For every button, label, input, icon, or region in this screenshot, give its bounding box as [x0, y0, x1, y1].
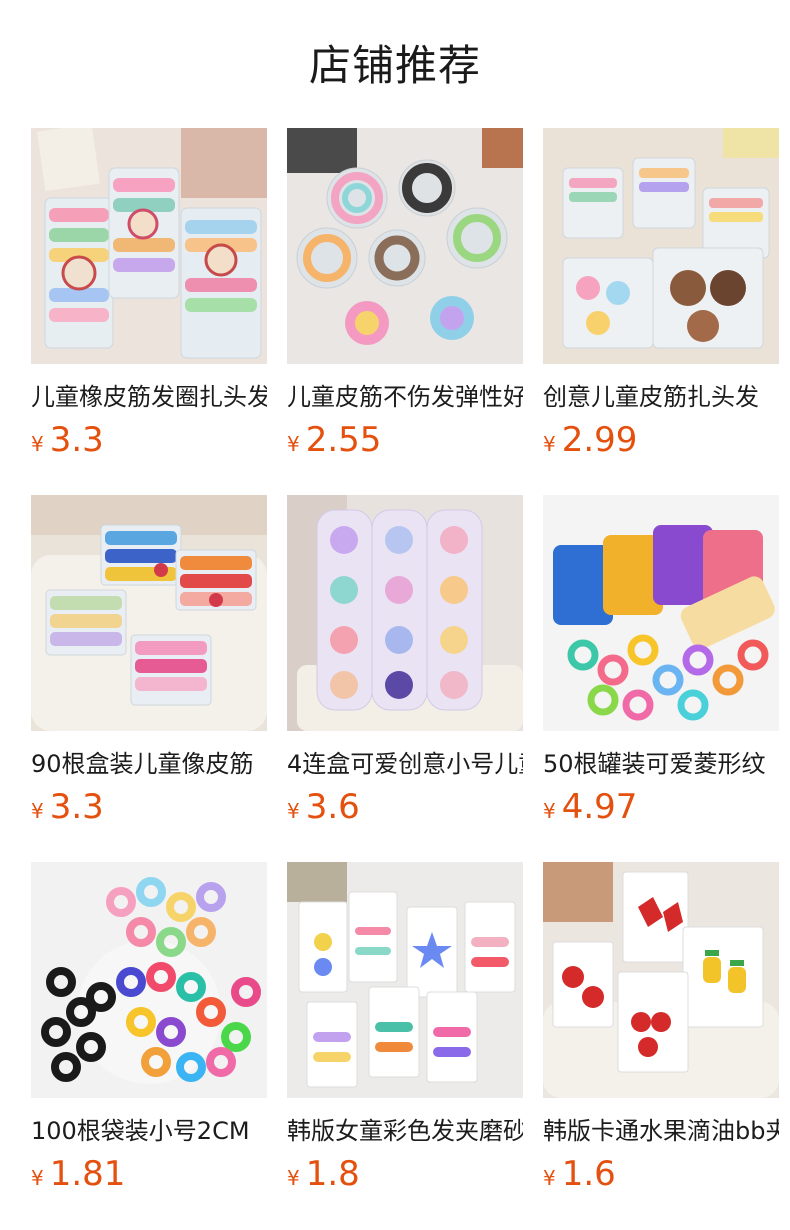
- product-grid: 儿童橡皮筋发圈扎头发 ¥3.3 儿童皮筋不伤发弹性好 ¥ 2.55 创意儿童皮筋…: [31, 128, 790, 1229]
- product-price: ¥1.8: [287, 1154, 523, 1194]
- currency-symbol: ¥: [287, 799, 300, 823]
- product-image[interactable]: [543, 862, 779, 1098]
- currency-symbol: ¥: [287, 432, 300, 456]
- currency-symbol: ¥: [31, 799, 44, 823]
- product-image[interactable]: [543, 128, 779, 364]
- product-name[interactable]: 50根罐装可爱菱形纹: [543, 747, 779, 781]
- section-title: 店铺推荐: [308, 41, 481, 90]
- product-price: ¥2.99: [543, 420, 779, 460]
- product-image[interactable]: [287, 862, 523, 1098]
- product-name[interactable]: 韩版女童彩色发夹磨砂: [287, 1114, 523, 1148]
- product-name[interactable]: 90根盒装儿童像皮筋: [31, 747, 267, 781]
- product-card[interactable]: 4连盒可爱创意小号儿童 ¥3.6: [287, 495, 523, 862]
- product-price: ¥3.3: [31, 420, 267, 460]
- product-card[interactable]: 创意儿童皮筋扎头发 ¥2.99: [543, 128, 779, 495]
- price-amount: 3.3: [49, 420, 104, 460]
- shop-recommendation-page: 店铺推荐 儿童橡皮筋发圈扎头发 ¥ 3.3 儿童皮筋不伤发弹性好 ¥ 2.55 …: [0, 0, 790, 1230]
- currency-symbol: ¥: [31, 1166, 44, 1190]
- product-price: ¥3.6: [287, 787, 523, 827]
- product-card[interactable]: 50根罐装可爱菱形纹 ¥4.97: [543, 495, 779, 862]
- product-name[interactable]: 100根袋装小号2CM: [31, 1114, 267, 1148]
- product-name[interactable]: 韩版卡通水果滴油bb夹: [543, 1114, 779, 1148]
- product-card[interactable]: 儿童橡皮筋发圈扎头发 ¥3.3: [31, 128, 267, 495]
- product-name[interactable]: 4连盒可爱创意小号儿童: [287, 747, 523, 781]
- product-price: ¥1.6: [543, 1154, 779, 1194]
- currency-symbol: ¥: [543, 1166, 556, 1190]
- product-name[interactable]: 儿童皮筋不伤发弹性好: [287, 380, 523, 414]
- currency-symbol: ¥: [287, 1166, 300, 1190]
- price-amount: 2.55: [305, 420, 382, 460]
- product-image[interactable]: [31, 128, 267, 364]
- product-image[interactable]: [287, 128, 523, 364]
- product-card[interactable]: 韩版女童彩色发夹磨砂 ¥1.8: [287, 862, 523, 1229]
- currency-symbol: ¥: [543, 799, 556, 823]
- product-card[interactable]: 100根袋装小号2CM ¥1.81: [31, 862, 267, 1229]
- currency-symbol: ¥: [31, 432, 44, 456]
- product-image[interactable]: [287, 495, 523, 731]
- product-card[interactable]: 韩版卡通水果滴油bb夹 ¥1.6: [543, 862, 779, 1229]
- price-amount: 1.6: [561, 1154, 616, 1194]
- price-amount: 4.97: [561, 787, 638, 827]
- price-amount: 2.99: [561, 420, 638, 460]
- product-price: ¥3.3: [31, 787, 267, 827]
- product-name[interactable]: 儿童橡皮筋发圈扎头发: [31, 380, 267, 414]
- price-amount: 3.3: [49, 787, 104, 827]
- product-price: ¥1.81: [31, 1154, 267, 1194]
- product-name[interactable]: 创意儿童皮筋扎头发: [543, 380, 779, 414]
- product-card[interactable]: 儿童皮筋不伤发弹性好 ¥2.55: [287, 128, 523, 495]
- product-price: ¥2.55: [287, 420, 523, 460]
- price-amount: 3.6: [305, 787, 360, 827]
- price-amount: 1.81: [49, 1154, 126, 1194]
- product-image[interactable]: [31, 495, 267, 731]
- product-card[interactable]: 90根盒装儿童像皮筋 ¥3.3: [31, 495, 267, 862]
- price-amount: 1.8: [305, 1154, 360, 1194]
- product-image[interactable]: [543, 495, 779, 731]
- product-image[interactable]: [31, 862, 267, 1098]
- currency-symbol: ¥: [543, 432, 556, 456]
- product-price: ¥4.97: [543, 787, 779, 827]
